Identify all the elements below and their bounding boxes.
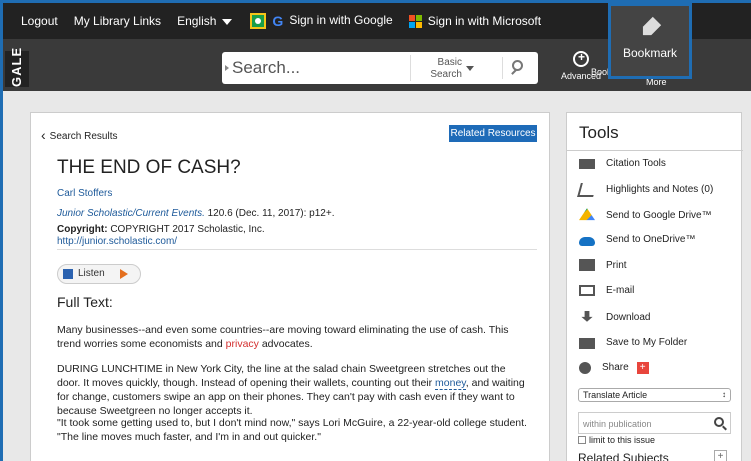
copyright-url[interactable]: http://junior.scholastic.com/ [57, 236, 177, 247]
onedrive-icon [579, 236, 595, 246]
chevron-down-icon [466, 66, 474, 71]
paragraph-1: Many businesses--and even some countries… [57, 323, 527, 351]
limit-label: limit to this issue [589, 435, 656, 445]
listen-label: Listen [78, 268, 105, 279]
translate-label: Translate Article [583, 390, 648, 400]
money-link[interactable]: money [435, 377, 466, 390]
tool-folder[interactable]: Save to My Folder [579, 336, 688, 350]
tools-heading: Tools [579, 123, 619, 142]
search-box: Basic Search [222, 52, 538, 84]
tool-onedrive[interactable]: Send to OneDrive™ [579, 234, 696, 246]
tool-label: Send to OneDrive™ [606, 234, 696, 246]
language-selector[interactable]: English [177, 14, 233, 28]
google-drive-icon [579, 208, 595, 221]
search-button[interactable] [502, 57, 530, 79]
tool-download[interactable]: Download [579, 310, 651, 325]
translate-article-select[interactable]: Translate Article ↕ [578, 388, 731, 402]
within-publication-input[interactable] [583, 417, 703, 431]
listen-button[interactable]: Listen [57, 264, 141, 284]
search-icon-handle [511, 69, 517, 75]
limit-checkbox[interactable] [578, 436, 586, 444]
speaker-icon [63, 269, 73, 279]
privacy-link[interactable]: privacy [226, 338, 259, 350]
full-text-heading: Full Text: [57, 294, 113, 310]
copyright-block: Copyright: COPYRIGHT 2017 Scholastic, In… [57, 224, 265, 248]
article-panel: Search Results Related Resources THE END… [30, 112, 550, 461]
google-classroom-icon[interactable] [250, 13, 267, 29]
download-icon [581, 310, 593, 322]
article-title: THE END OF CASH? [57, 157, 241, 178]
related-resources-button[interactable]: Related Resources [449, 125, 537, 142]
copyright-text: COPYRIGHT 2017 Scholastic, Inc. [107, 224, 265, 235]
tool-label: E-mail [606, 285, 635, 296]
search-mode-line1: Basic [437, 57, 462, 68]
share-icon [579, 361, 591, 374]
tools-divider [567, 150, 743, 151]
chevron-down-icon [222, 18, 233, 25]
within-publication-search [578, 412, 731, 434]
tool-label: Download [606, 312, 651, 324]
print-icon [579, 259, 595, 272]
article-author[interactable]: Carl Stoffers [57, 188, 112, 199]
bookmark-pin-icon [636, 14, 664, 42]
divider [57, 249, 537, 250]
tool-label: Highlights and Notes (0) [606, 184, 714, 196]
citation-icon [579, 159, 595, 169]
paragraph-3: "It took some getting used to, but I don… [57, 417, 527, 443]
highlight-icon [577, 182, 597, 197]
copyright-label: Copyright: [57, 224, 108, 235]
browser-frame: Logout My Library Links English G Sign in… [0, 0, 751, 461]
search-mode-line2: Search [430, 69, 462, 80]
paragraph-1-end: advocates. [258, 338, 313, 350]
google-signin-button[interactable]: G Sign in with Google [272, 13, 392, 29]
logout-link[interactable]: Logout [21, 14, 58, 28]
tool-print[interactable]: Print [579, 259, 627, 272]
search-arrow-icon [225, 65, 229, 71]
folder-icon [579, 338, 595, 350]
tool-label: Save to My Folder [606, 337, 688, 349]
tool-label: Citation Tools [606, 157, 666, 169]
microsoft-icon [408, 14, 422, 28]
tool-highlight[interactable]: Highlights and Notes (0) [577, 182, 714, 197]
search-input[interactable] [232, 56, 412, 80]
back-to-search-results[interactable]: Search Results [41, 127, 118, 143]
google-plus-icon[interactable]: + [636, 361, 649, 374]
related-subjects-heading: Related Subjects [578, 451, 669, 461]
paragraph-2: DURING LUNCHTIME in New York City, the l… [57, 362, 527, 418]
search-mode-select[interactable]: Basic Search [410, 55, 480, 81]
publication-link[interactable]: Junior Scholastic/Current Events. [57, 208, 205, 219]
tool-share[interactable]: Share + [579, 361, 649, 374]
updown-icon: ↕ [722, 390, 726, 399]
language-label: English [177, 14, 217, 28]
email-icon [579, 285, 595, 296]
expand-related-subjects-button[interactable]: + [714, 450, 727, 461]
bookmark-popup-label: Bookmark [622, 46, 678, 60]
source-details: 120.6 (Dec. 11, 2017): p12+. [204, 208, 335, 219]
google-g-icon: G [272, 13, 284, 29]
advanced-search-icon [573, 50, 589, 67]
bookmark-popup[interactable]: Bookmark [608, 3, 692, 79]
tool-citation[interactable]: Citation Tools [579, 157, 666, 169]
search-icon-handle [722, 425, 727, 431]
microsoft-signin-button[interactable]: Sign in with Microsoft [428, 14, 541, 28]
limit-to-issue[interactable]: limit to this issue [578, 435, 655, 445]
tool-google-drive[interactable]: Send to Google Drive™ [579, 208, 712, 222]
tool-label: Send to Google Drive™ [606, 209, 712, 221]
google-signin-label: Sign in with Google [289, 13, 393, 28]
play-icon[interactable] [120, 269, 128, 279]
my-library-links[interactable]: My Library Links [74, 14, 161, 28]
tool-label: Print [606, 259, 627, 271]
tool-email[interactable]: E-mail [579, 285, 634, 296]
article-source: Junior Scholastic/Current Events. 120.6 … [57, 208, 334, 219]
gale-logo[interactable]: GALE [5, 47, 29, 87]
tool-label: Share [602, 362, 629, 374]
tools-panel: Tools Citation Tools Highlights and Notes… [566, 112, 743, 461]
